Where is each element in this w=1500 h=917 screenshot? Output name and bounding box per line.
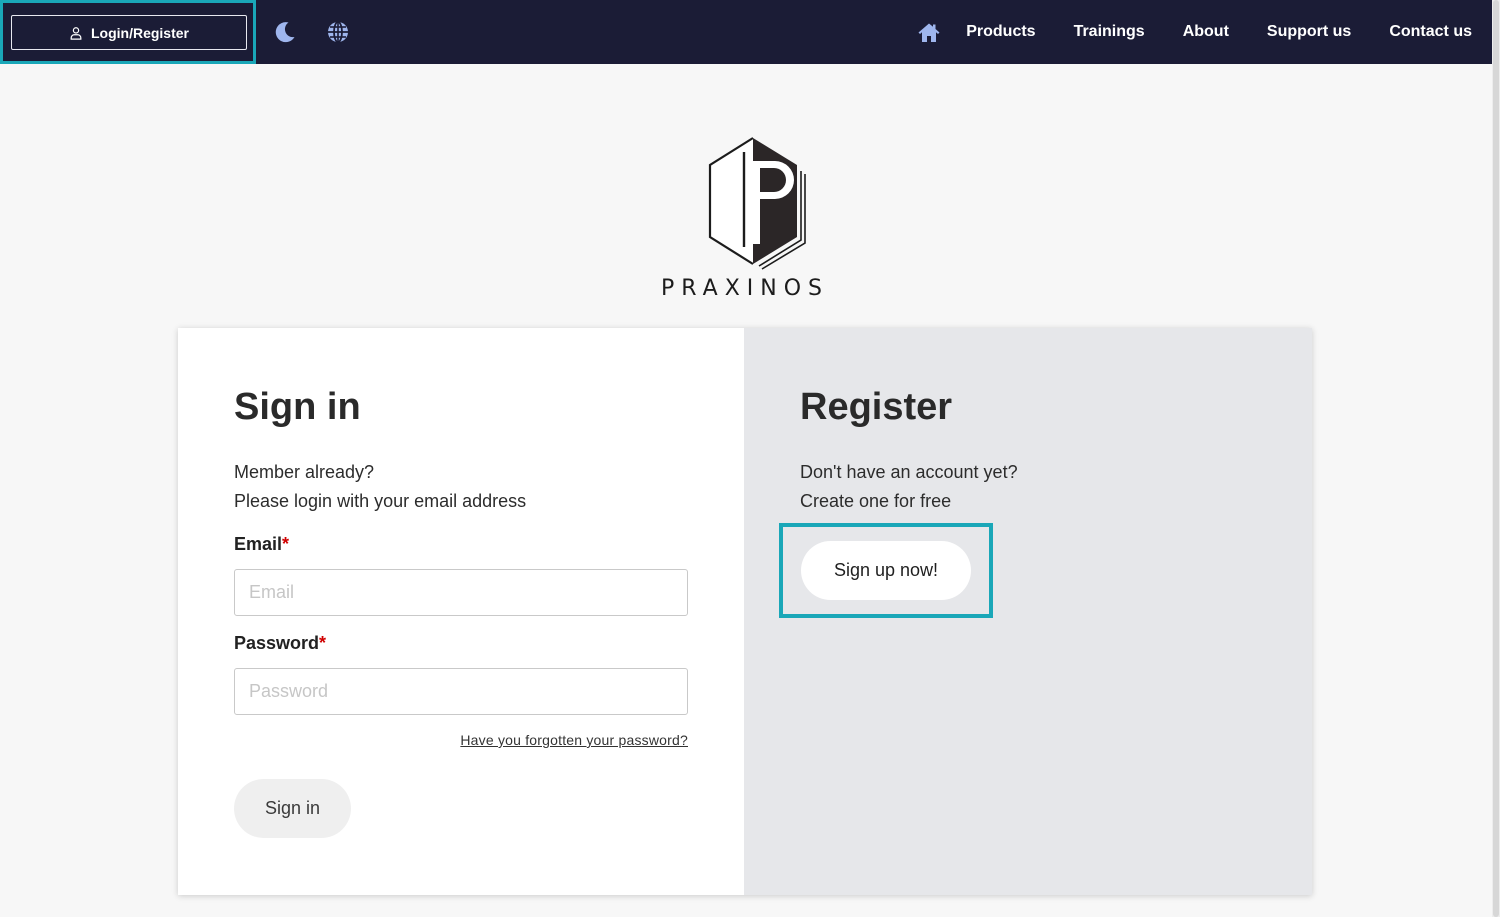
praxinos-logo: PRAXINOS <box>655 134 835 309</box>
login-register-button[interactable]: Login/Register <box>11 15 247 50</box>
signin-title: Sign in <box>234 386 361 428</box>
password-required-mark: * <box>319 633 327 653</box>
signin-panel: Sign in Member already? Please login wit… <box>178 328 744 895</box>
user-icon <box>70 26 82 40</box>
top-navbar: Login/Register Products Trainings About … <box>0 0 1492 64</box>
login-register-label: Login/Register <box>90 24 189 41</box>
logo-wordmark: PRAXINOS <box>660 276 829 301</box>
register-panel: Register Don't have an account yet? Crea… <box>744 328 1312 895</box>
register-intro-line-1: Don't have an account yet? <box>800 462 1018 482</box>
scrollbar-track[interactable] <box>1492 0 1500 917</box>
nav-link-support-us[interactable]: Support us <box>1267 23 1351 41</box>
home-icon[interactable] <box>917 21 941 45</box>
password-field[interactable] <box>234 668 688 715</box>
nav-link-trainings[interactable]: Trainings <box>1074 23 1145 41</box>
email-field[interactable] <box>234 569 688 616</box>
auth-card: Sign in Member already? Please login wit… <box>178 328 1312 895</box>
register-title: Register <box>800 386 953 428</box>
password-label: Password* <box>234 633 326 654</box>
register-intro: Don't have an account yet? Create one fo… <box>800 458 1018 515</box>
dark-mode-moon-icon[interactable] <box>273 20 297 44</box>
signin-intro-line-1: Member already? <box>234 462 375 482</box>
nav-link-contact-us[interactable]: Contact us <box>1389 23 1472 41</box>
email-required-mark: * <box>282 534 290 554</box>
language-globe-icon[interactable] <box>326 20 350 44</box>
nav-link-products[interactable]: Products <box>966 23 1035 41</box>
email-label: Email* <box>234 534 289 555</box>
signin-button[interactable]: Sign in <box>234 779 351 838</box>
scrollbar-thumb[interactable] <box>1493 0 1499 917</box>
main-nav-links: Products Trainings About Support us Cont… <box>966 0 1472 64</box>
email-label-text: Email <box>234 534 283 554</box>
signup-button[interactable]: Sign up now! <box>801 541 971 600</box>
register-intro-line-2: Create one for free <box>800 490 952 511</box>
signin-intro: Member already? Please login with your e… <box>234 458 526 515</box>
forgot-password-link[interactable]: Have you forgotten your password? <box>460 732 688 748</box>
praxinos-logo-mark <box>708 137 806 270</box>
password-label-text: Password <box>234 633 320 653</box>
signin-intro-line-2: Please login with your email address <box>234 490 527 511</box>
nav-link-about[interactable]: About <box>1183 23 1229 41</box>
